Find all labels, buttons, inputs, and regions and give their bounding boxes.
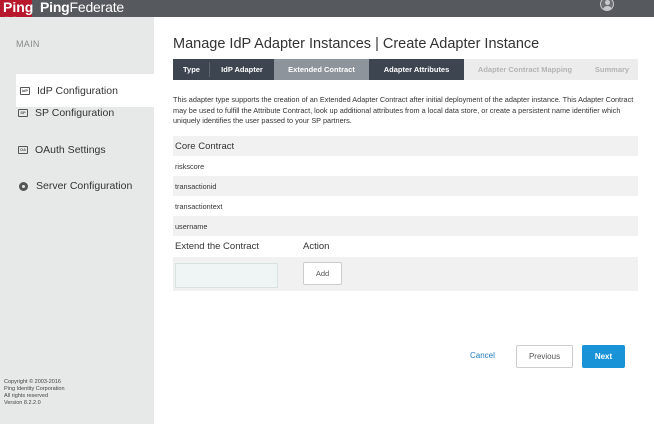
extend-contract-header: Extend the Contract Action [173, 236, 638, 257]
sp-icon: SP [18, 109, 28, 117]
user-avatar-icon[interactable] [600, 0, 614, 11]
sidebar-item-label: Server Configuration [36, 180, 133, 192]
sidebar-item-label: OAuth Settings [35, 144, 106, 156]
contract-table: Core Contract riskscore transactionid tr… [173, 136, 638, 291]
product-name-rest: Federate [69, 0, 125, 15]
tab-label: Summary [594, 65, 630, 74]
extend-contract-input[interactable] [175, 263, 278, 288]
tab-summary: Summary [586, 59, 638, 80]
copyright-line: Ping Identity Corporation [4, 386, 65, 392]
tab-type[interactable]: Type [173, 59, 210, 80]
extend-contract-edit-row: Add [173, 257, 638, 291]
tab-label: IdP Adapter [221, 65, 263, 74]
idp-icon: IdP [20, 86, 30, 95]
product-name: PingFederate [40, 0, 124, 15]
tab-label: Adapter Attributes [383, 65, 450, 74]
copyright-line: Copyright © 2003-2016 [4, 379, 61, 385]
action-label: Action [303, 241, 330, 252]
oauth-icon: OA [18, 146, 28, 154]
copyright: Copyright © 2003-2016 Ping Identity Corp… [4, 379, 65, 407]
sidebar-item-sp-configuration[interactable]: SP SP Configuration [18, 102, 154, 124]
product-name-bold: Ping [40, 0, 70, 15]
contract-row: transactiontext [175, 201, 223, 211]
sidebar-item-label: SP Configuration [35, 107, 115, 119]
version-line: Version 8.2.2.0 [4, 400, 41, 406]
sidebar: MAIN IdP IdP Configuration SP SP Configu… [0, 17, 166, 424]
ping-logo[interactable]: Ping Identity PingFederate [0, 0, 124, 22]
copyright-line: All rights reserved [4, 393, 49, 399]
contract-row: username [173, 216, 638, 236]
tab-extended-contract[interactable]: Extended Contract [274, 59, 369, 80]
tab-idp-adapter[interactable]: IdP Adapter [210, 59, 274, 80]
tab-label: Adapter Contract Mapping [477, 65, 573, 74]
sidebar-item-server-configuration[interactable]: Server Configuration [18, 175, 154, 197]
sidebar-item-oauth-settings[interactable]: OA OAuth Settings [18, 139, 154, 161]
top-bar: Ping Identity PingFederate [0, 0, 654, 22]
logo-text: Ping [3, 0, 34, 15]
tab-label: Extended Contract [288, 65, 355, 74]
tab-adapter-attributes[interactable]: Adapter Attributes [369, 59, 464, 80]
tab-adapter-contract-mapping: Adapter Contract Mapping [464, 59, 586, 80]
tab-label: Type [183, 65, 200, 74]
add-button[interactable]: Add [303, 262, 342, 285]
page-title: Manage IdP Adapter Instances | Create Ad… [173, 36, 540, 52]
contract-row: riskscore [175, 161, 205, 171]
previous-button[interactable]: Previous [516, 345, 573, 368]
sidebar-item-label: IdP Configuration [37, 84, 118, 97]
sidebar-heading: MAIN [16, 39, 40, 49]
cancel-button[interactable]: Cancel [470, 351, 495, 360]
description-text: This adapter type supports the creation … [173, 95, 634, 125]
core-contract-header: Core Contract [173, 136, 638, 156]
extend-contract-label: Extend the Contract [175, 241, 259, 252]
wizard-tabs: Type IdP Adapter Extended Contract Adapt… [173, 59, 638, 80]
contract-row: transactionid [173, 176, 638, 196]
gear-icon [19, 181, 28, 191]
next-button[interactable]: Next [582, 345, 625, 368]
